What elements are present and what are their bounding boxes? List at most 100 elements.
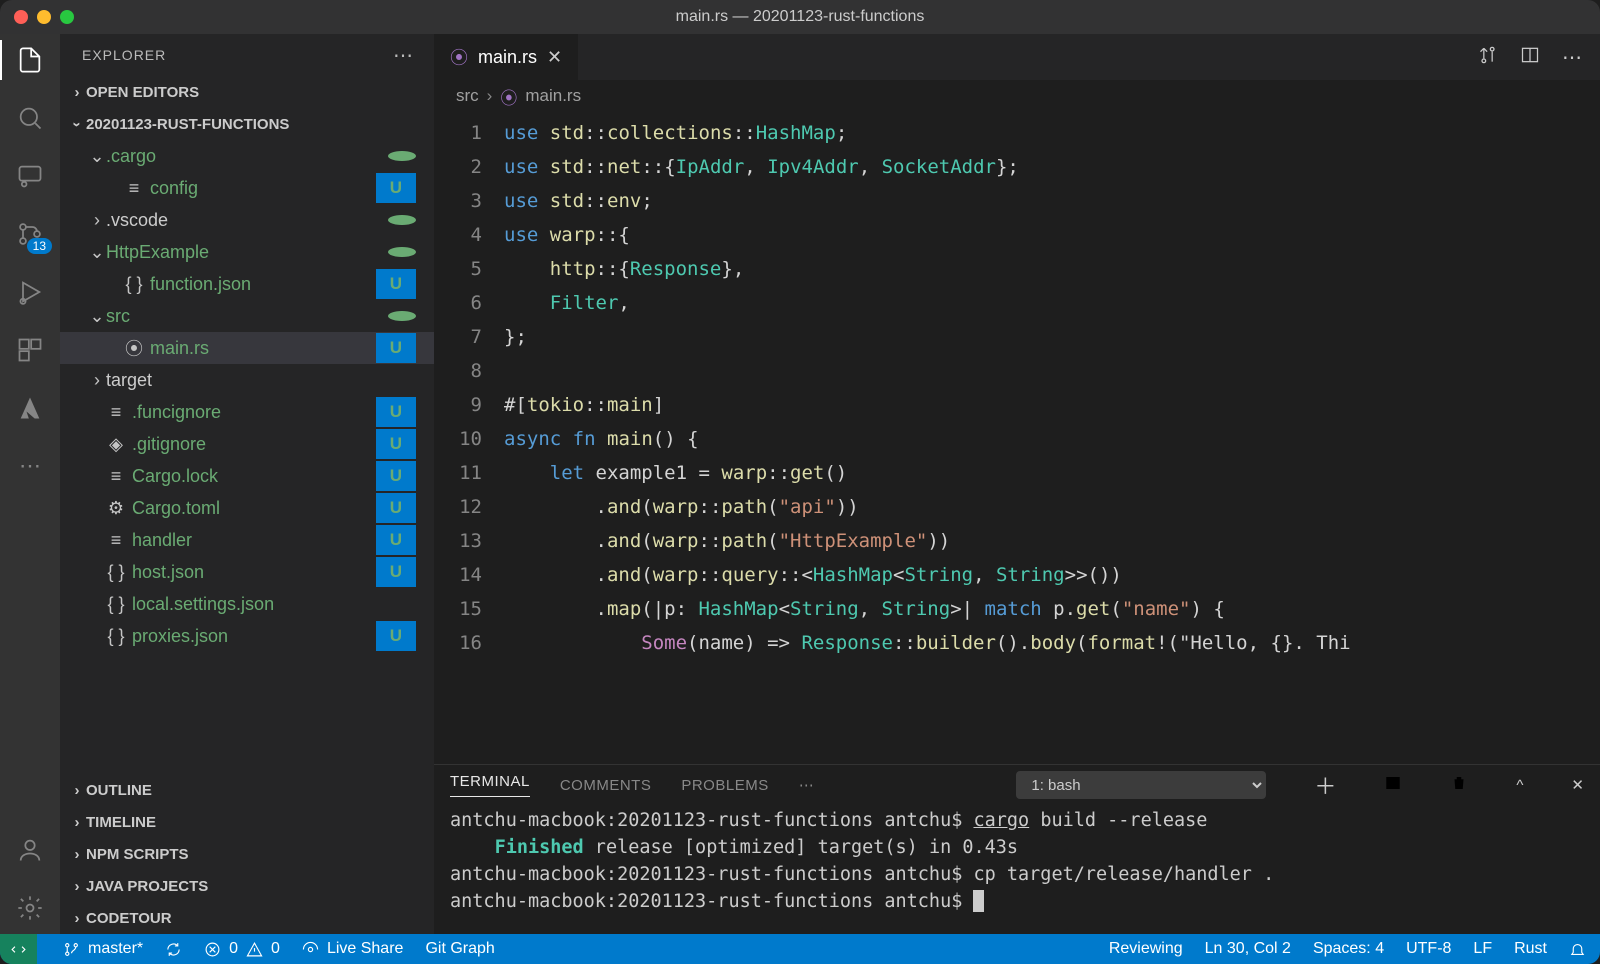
git-status-badge: U (376, 525, 416, 555)
minimize-window-icon[interactable] (37, 10, 51, 24)
split-editor-icon[interactable] (1520, 45, 1540, 70)
file-row[interactable]: { }proxies.jsonU (60, 620, 434, 652)
explorer-icon[interactable] (14, 44, 46, 76)
section-npm[interactable]: ›NPM SCRIPTS (60, 838, 434, 870)
reviewing-button[interactable]: Reviewing (1109, 940, 1183, 958)
git-branch-button[interactable]: master* (63, 940, 143, 958)
chevron-right-icon: › (88, 210, 106, 231)
section-npm-label: NPM SCRIPTS (86, 846, 189, 863)
tab-comments[interactable]: COMMENTS (560, 777, 652, 794)
section-open-editors-label: OPEN EDITORS (86, 84, 199, 101)
maximize-panel-icon[interactable]: ^ (1516, 777, 1523, 794)
editor-more-icon[interactable]: ⋯ (1562, 45, 1582, 70)
file-row[interactable]: { }host.jsonU (60, 556, 434, 588)
modified-dot-icon (388, 247, 416, 257)
account-icon[interactable] (14, 834, 46, 866)
tree-item-label: local.settings.json (132, 594, 274, 615)
file-row[interactable]: ≡handlerU (60, 524, 434, 556)
sidebar-more-icon[interactable]: ⋯ (393, 43, 414, 68)
file-row[interactable]: ◈.gitignoreU (60, 428, 434, 460)
file-row[interactable]: { }function.jsonU (60, 268, 434, 300)
tree-item-label: HttpExample (106, 242, 209, 263)
section-project-label: 20201123-RUST-FUNCTIONS (86, 116, 289, 133)
maximize-window-icon[interactable] (60, 10, 74, 24)
tab-problems[interactable]: PROBLEMS (681, 777, 768, 794)
run-debug-icon[interactable] (14, 276, 46, 308)
settings-gear-icon[interactable] (14, 892, 46, 924)
breadcrumb[interactable]: src › ⦿ main.rs (434, 80, 1600, 112)
sync-button[interactable] (165, 941, 182, 958)
terminal-select[interactable]: 1: bash (1016, 771, 1266, 799)
tree-item-label: main.rs (150, 338, 209, 359)
liveshare-button[interactable]: Live Share (302, 940, 404, 958)
editor-actions: ⋯ (1478, 34, 1600, 80)
eol-button[interactable]: LF (1473, 940, 1492, 958)
git-status-badge: U (376, 621, 416, 651)
file-row[interactable]: ⦿main.rsU (60, 332, 434, 364)
folder-row[interactable]: ›.vscode (60, 204, 434, 236)
cursor-position-button[interactable]: Ln 30, Col 2 (1205, 940, 1291, 958)
notifications-icon[interactable] (1569, 941, 1586, 958)
compare-changes-icon[interactable] (1478, 45, 1498, 70)
section-timeline[interactable]: ›TIMELINE (60, 806, 434, 838)
tree-item-label: proxies.json (132, 626, 228, 647)
indentation-label: Spaces: 4 (1313, 940, 1384, 958)
file-row[interactable]: ⚙Cargo.tomlU (60, 492, 434, 524)
kill-terminal-icon[interactable] (1450, 774, 1468, 796)
window-title: main.rs — 20201123-rust-functions (676, 8, 925, 26)
file-row[interactable]: ≡.funcignoreU (60, 396, 434, 428)
code-content[interactable]: use std::collections::HashMap; use std::… (504, 112, 1600, 764)
overflow-icon[interactable]: ⋯ (14, 450, 46, 482)
section-outline[interactable]: ›OUTLINE (60, 774, 434, 806)
close-window-icon[interactable] (14, 10, 28, 24)
folder-row[interactable]: ⌄src (60, 300, 434, 332)
search-icon[interactable] (14, 102, 46, 134)
sidebar: EXPLORER ⋯ ›OPEN EDITORS ›20201123-RUST-… (60, 34, 434, 934)
close-panel-icon[interactable]: ✕ (1571, 776, 1584, 794)
section-open-editors[interactable]: ›OPEN EDITORS (60, 76, 434, 108)
body: 13 ⋯ (0, 34, 1600, 934)
indentation-button[interactable]: Spaces: 4 (1313, 940, 1384, 958)
split-terminal-icon[interactable] (1384, 774, 1402, 796)
tree-item-label: .vscode (106, 210, 168, 231)
extensions-icon[interactable] (14, 334, 46, 366)
source-control-icon[interactable]: 13 (14, 218, 46, 250)
folder-row[interactable]: ⌄HttpExample (60, 236, 434, 268)
reviewing-label: Reviewing (1109, 940, 1183, 958)
tab-main-rs[interactable]: ⦿ main.rs ✕ (434, 34, 579, 80)
window-controls (0, 10, 74, 24)
git-status-badge: U (376, 397, 416, 427)
remote-explorer-icon[interactable] (14, 160, 46, 192)
status-bar: master* 0 0 Live Share Git Graph Reviewi… (0, 934, 1600, 964)
encoding-button[interactable]: UTF-8 (1406, 940, 1451, 958)
tree-item-label: .cargo (106, 146, 156, 167)
azure-icon[interactable] (14, 392, 46, 424)
breadcrumb-src[interactable]: src (456, 86, 479, 106)
tab-terminal[interactable]: TERMINAL (450, 773, 530, 797)
gitgraph-button[interactable]: Git Graph (425, 940, 494, 958)
file-row[interactable]: { }local.settings.json (60, 588, 434, 620)
new-terminal-icon[interactable]: ＋ (1314, 769, 1336, 801)
breadcrumb-file[interactable]: main.rs (525, 86, 581, 106)
folder-row[interactable]: ›target (60, 364, 434, 396)
panel-more-icon[interactable]: ⋯ (799, 776, 815, 794)
eol-label: LF (1473, 940, 1492, 958)
section-codetour[interactable]: ›CODETOUR (60, 902, 434, 934)
sidebar-header: EXPLORER ⋯ (60, 34, 434, 76)
modified-dot-icon (388, 151, 416, 161)
problems-button[interactable]: 0 0 (204, 940, 280, 958)
terminal[interactable]: antchu-macbook:20201123-rust-functions a… (434, 805, 1600, 934)
language-mode-button[interactable]: Rust (1514, 940, 1547, 958)
titlebar: main.rs — 20201123-rust-functions (0, 0, 1600, 34)
section-java[interactable]: ›JAVA PROJECTS (60, 870, 434, 902)
remote-indicator[interactable] (0, 934, 37, 964)
git-status-badge: U (376, 493, 416, 523)
file-row[interactable]: ≡Cargo.lockU (60, 460, 434, 492)
tab-close-icon[interactable]: ✕ (547, 47, 562, 68)
file-row[interactable]: ≡configU (60, 172, 434, 204)
chevron-right-icon: › (88, 370, 106, 391)
tree-item-label: Cargo.toml (132, 498, 220, 519)
folder-row[interactable]: ⌄.cargo (60, 140, 434, 172)
code-editor[interactable]: 12345678910111213141516 use std::collect… (434, 112, 1600, 764)
section-project[interactable]: ›20201123-RUST-FUNCTIONS (60, 108, 434, 140)
